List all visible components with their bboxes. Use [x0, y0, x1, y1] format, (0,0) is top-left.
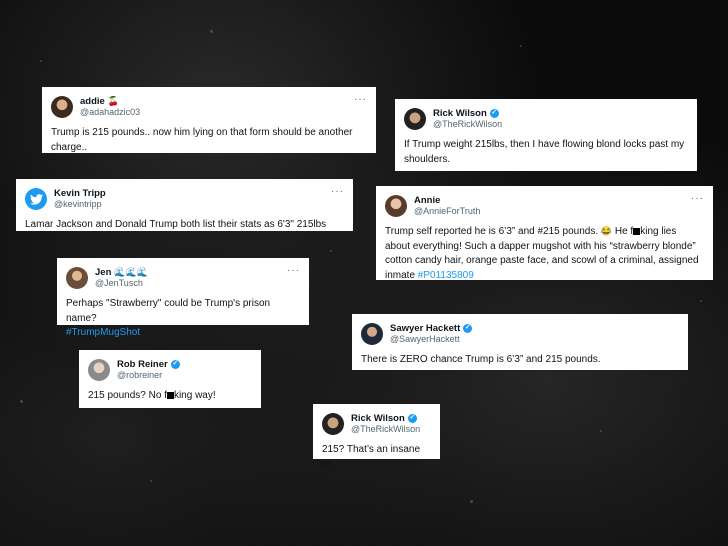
tweet-text: 215? That’s an insane lie. — [322, 444, 421, 470]
verified-badge-icon: ✓ — [407, 414, 417, 424]
avatar[interactable] — [385, 195, 407, 217]
avatar[interactable] — [361, 323, 383, 345]
tweet-card-rob-reiner[interactable]: Rob Reiner ✓ @robreiner 215 pounds? No fk… — [79, 350, 261, 408]
tweet-text: Perhaps "Strawberry" could be Trump's pr… — [66, 298, 271, 338]
more-options-icon[interactable]: ··· — [331, 185, 344, 200]
tweet-text: Trump is 215 pounds.. now him lying on t… — [51, 127, 353, 153]
verified-badge-icon: ✓ — [170, 360, 180, 370]
handle[interactable]: @SawyerHackett — [390, 334, 472, 345]
verified-badge-icon: ✓ — [489, 109, 499, 119]
tweet-text: If Trump weight 215lbs, then I have flow… — [404, 139, 685, 165]
display-name[interactable]: Rob Reiner — [117, 359, 168, 370]
hashtag-link[interactable]: #P01135809 — [418, 270, 474, 281]
handle[interactable]: @robreiner — [117, 370, 180, 381]
more-options-icon[interactable]: ··· — [354, 93, 367, 108]
display-name[interactable]: Rick Wilson — [351, 413, 405, 424]
handle[interactable]: @adahadzic03 — [80, 107, 140, 118]
tweet-card-jen[interactable]: Jen 🌊🌊🌊 @JenTusch ··· Perhaps "Strawberry… — [57, 258, 309, 338]
tweet-text: Lamar Jackson and Donald Trump both list… — [25, 219, 327, 230]
avatar[interactable] — [88, 359, 110, 381]
display-name[interactable]: Sawyer Hackett — [390, 323, 460, 334]
laughing-emoji-icon: 😂 — [600, 226, 613, 236]
twitter-bird-icon[interactable] — [25, 188, 47, 210]
tweet-card-addie[interactable]: addie 🍒 @adahadzic03 ··· Trump is 215 pou… — [42, 87, 376, 153]
display-name[interactable]: Kevin Tripp — [54, 188, 106, 199]
handle[interactable]: @TheRickWilson — [433, 119, 502, 130]
tweet-text: Trump self reported he is 6’3” and #215 … — [385, 226, 699, 281]
display-name[interactable]: Rick Wilson — [433, 108, 487, 119]
avatar[interactable] — [404, 108, 426, 130]
handle[interactable]: @JenTusch — [95, 278, 148, 289]
more-options-icon[interactable]: ··· — [287, 264, 300, 279]
tweet-card-annie[interactable]: Annie @AnnieForTruth ··· Trump self repo… — [376, 186, 713, 281]
hashtag-link[interactable]: #TrumpMugShot — [66, 327, 140, 338]
censor-block — [166, 392, 174, 399]
tweet-card-sawyer-hackett[interactable]: Sawyer Hackett ✓ @SawyerHackett There is … — [352, 314, 688, 370]
tweet-text: 215 pounds? No f king way! — [88, 390, 216, 401]
handle[interactable]: @kevintripp — [54, 199, 106, 210]
display-name[interactable]: Jen — [95, 267, 111, 278]
avatar[interactable] — [51, 96, 73, 118]
tweet-card-kevin-tripp[interactable]: Kevin Tripp @kevintripp ··· Lamar Jackso… — [16, 179, 353, 231]
verified-badge-icon: ✓ — [463, 324, 473, 334]
wave-emoji-icon: 🌊🌊🌊 — [114, 267, 148, 278]
avatar[interactable] — [66, 267, 88, 289]
tweet-card-rick-wilson-2[interactable]: Rick Wilson ✓ @TheRickWilson 215? That’s … — [313, 404, 440, 470]
tweet-text: There is ZERO chance Trump is 6’3” and 2… — [361, 354, 601, 365]
tweet-card-rick-wilson[interactable]: Rick Wilson ✓ @TheRickWilson If Trump wei… — [395, 99, 697, 171]
display-name[interactable]: addie — [80, 96, 105, 107]
cherry-emoji-icon: 🍒 — [107, 96, 120, 107]
handle[interactable]: @TheRickWilson — [351, 424, 420, 435]
display-name[interactable]: Annie — [414, 195, 480, 206]
avatar[interactable] — [322, 413, 344, 435]
more-options-icon[interactable]: ··· — [691, 192, 704, 207]
handle[interactable]: @AnnieForTruth — [414, 206, 480, 217]
